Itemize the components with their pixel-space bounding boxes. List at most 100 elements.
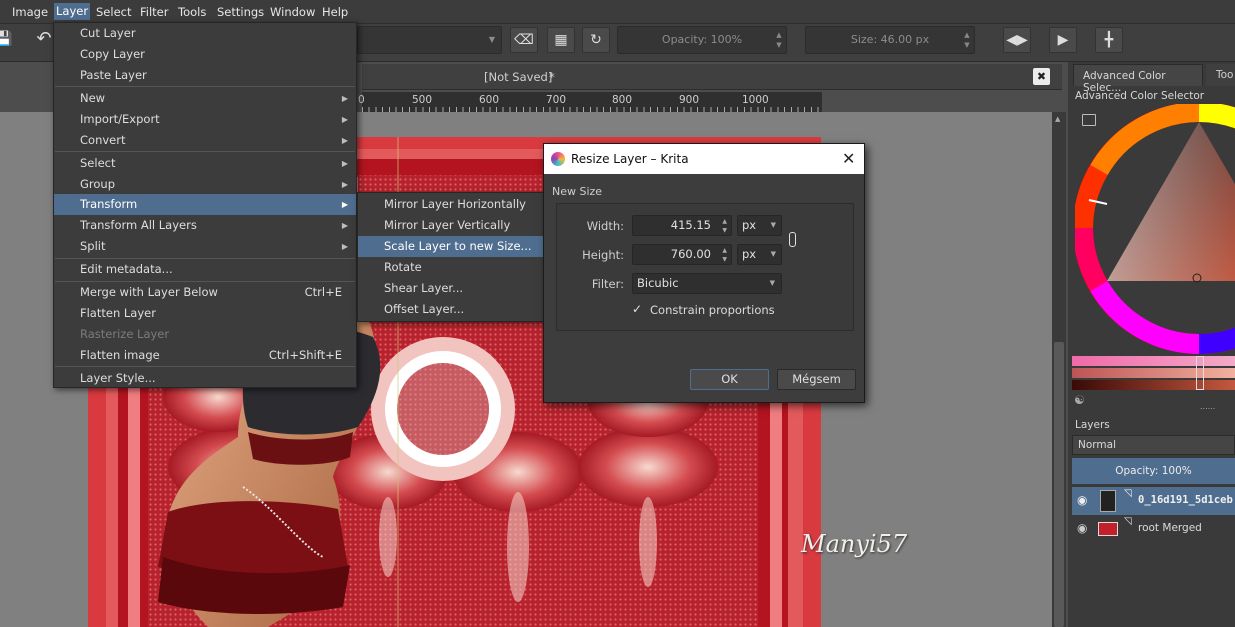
- menu-item-label: Copy Layer: [80, 47, 145, 61]
- menu-settings[interactable]: Settings: [217, 5, 264, 19]
- dock-tab-label: Too: [1216, 69, 1234, 81]
- canvas-vertical-scrollbar[interactable]: ▲: [1052, 112, 1066, 627]
- menu-select[interactable]: Select: [96, 5, 131, 19]
- color-history-icon[interactable]: ☯: [1074, 393, 1085, 407]
- menu-item-shear-layer[interactable]: Shear Layer...: [358, 278, 543, 299]
- value-slider[interactable]: [1072, 380, 1235, 390]
- color-wheel-area[interactable]: [1075, 104, 1235, 356]
- menu-item-edit-metadata[interactable]: Edit metadata...: [54, 259, 356, 280]
- chevron-down-icon: ▼: [769, 279, 775, 287]
- dialog-titlebar[interactable]: Resize Layer – Krita ✕: [544, 144, 864, 174]
- layer-row[interactable]: ◉ ◹ 0_16d191_5d1ceb: [1072, 487, 1235, 515]
- height-input[interactable]: 760.00 ▲ ▼: [632, 244, 732, 265]
- ruler-tick: 600: [479, 94, 500, 106]
- menu-item-merge-with-layer-below[interactable]: Merge with Layer Below Ctrl+E: [54, 282, 356, 303]
- size-label: Size: 46.00 px: [850, 33, 930, 46]
- menu-separator: [55, 151, 355, 152]
- menu-item-convert[interactable]: Convert ▶: [54, 130, 356, 151]
- dock-tab-color-selector[interactable]: Advanced Color Selec...: [1073, 64, 1203, 94]
- layer-type-icon: ◹: [1124, 516, 1132, 527]
- eraser-icon[interactable]: ⌫: [510, 27, 538, 53]
- menu-item-split[interactable]: Split ▶: [54, 236, 356, 257]
- menu-item-rasterize-layer: Rasterize Layer: [54, 324, 356, 345]
- visibility-eye-icon[interactable]: ◉: [1077, 493, 1087, 507]
- cancel-button[interactable]: Mégsem: [777, 369, 856, 390]
- menu-item-label: Group: [80, 177, 116, 191]
- menu-item-flatten-image[interactable]: Flatten image Ctrl+Shift+E: [54, 345, 356, 366]
- menu-item-offset-layer[interactable]: Offset Layer...: [358, 299, 543, 320]
- menu-item-mirror-vertically[interactable]: Mirror Layer Vertically: [358, 215, 543, 236]
- chevron-down-icon: ▼: [770, 250, 776, 258]
- menu-item-copy-layer[interactable]: Copy Layer: [54, 44, 356, 65]
- menu-item-transform[interactable]: Transform ▶: [54, 194, 356, 215]
- menu-help[interactable]: Help: [322, 5, 348, 19]
- menu-item-label: New: [80, 91, 106, 105]
- color-wheel[interactable]: [1075, 104, 1235, 356]
- hue-slider[interactable]: [1072, 356, 1235, 366]
- right-dock: Advanced Color Selec... Too Advanced Col…: [1068, 62, 1235, 627]
- document-title: [Not Saved]: [484, 70, 553, 84]
- save-icon[interactable]: 💾: [0, 27, 18, 53]
- size-spin-icon[interactable]: ▲ ▼: [962, 30, 972, 50]
- opacity-slider[interactable]: Opacity: 100% ▲ ▼: [617, 26, 787, 54]
- height-value: 760.00: [670, 247, 711, 261]
- spinbox-arrows-icon[interactable]: ▲ ▼: [722, 246, 727, 264]
- menu-tools[interactable]: Tools: [178, 5, 206, 19]
- width-unit-dropdown[interactable]: px ▼: [737, 215, 782, 236]
- menu-item-mirror-horizontally[interactable]: Mirror Layer Horizontally: [358, 194, 543, 215]
- menu-window[interactable]: Window: [270, 5, 315, 19]
- close-icon[interactable]: ✕: [842, 144, 855, 174]
- spinbox-arrows-icon[interactable]: ▲ ▼: [722, 217, 727, 235]
- wrap-around-icon[interactable]: ╋: [1095, 27, 1123, 53]
- blend-mode-dropdown[interactable]: Normal: [1072, 435, 1235, 455]
- ruler-tick: 700: [546, 94, 567, 106]
- height-unit-dropdown[interactable]: px ▼: [737, 244, 782, 265]
- menu-item-shortcut: Ctrl+Shift+E: [268, 348, 342, 362]
- layer-row[interactable]: ◉ ◹ root Merged: [1072, 515, 1235, 543]
- menu-item-layer-style[interactable]: Layer Style...: [54, 368, 356, 389]
- menu-bar: Image Layer Select Filter Tools Settings…: [0, 0, 1235, 24]
- size-slider[interactable]: Size: 46.00 px ▲ ▼: [805, 26, 975, 54]
- layer-type-icon: ◹: [1124, 488, 1132, 499]
- menu-item-rotate[interactable]: Rotate: [358, 257, 543, 278]
- document-tab[interactable]: [Not Saved] * ✖: [362, 64, 1062, 90]
- filter-dropdown[interactable]: Bicubic ▼: [632, 273, 782, 294]
- menu-filter[interactable]: Filter: [140, 5, 168, 19]
- saturation-slider[interactable]: [1072, 368, 1235, 378]
- menu-image[interactable]: Image: [12, 5, 48, 19]
- visibility-eye-icon[interactable]: ◉: [1077, 521, 1087, 535]
- menu-layer[interactable]: Layer: [54, 3, 91, 20]
- menu-item-cut-layer[interactable]: Cut Layer: [54, 23, 356, 44]
- close-document-icon[interactable]: ✖: [1033, 68, 1050, 85]
- menu-item-group[interactable]: Group ▶: [54, 174, 356, 195]
- width-input[interactable]: 415.15 ▲ ▼: [632, 215, 732, 236]
- menu-item-new[interactable]: New ▶: [54, 88, 356, 109]
- color-selector-title: Advanced Color Selector: [1075, 90, 1205, 102]
- menu-item-paste-layer[interactable]: Paste Layer: [54, 65, 356, 86]
- modified-marker: *: [549, 70, 555, 84]
- layer-thumbnail: [1100, 490, 1116, 512]
- mirror-horizontal-icon[interactable]: ◀▶: [1003, 27, 1031, 53]
- ok-button[interactable]: OK: [690, 369, 769, 390]
- layer-opacity-slider[interactable]: Opacity: 100%: [1072, 458, 1235, 484]
- menu-item-transform-all-layers[interactable]: Transform All Layers ▶: [54, 215, 356, 236]
- brush-preset-dropdown[interactable]: ▼: [357, 26, 502, 54]
- dock-tab-tools[interactable]: Too: [1206, 64, 1235, 86]
- menu-item-scale-layer[interactable]: Scale Layer to new Size...: [358, 236, 543, 257]
- menu-item-select[interactable]: Select ▶: [54, 153, 356, 174]
- menu-item-import-export[interactable]: Import/Export ▶: [54, 109, 356, 130]
- constrain-proportions-checkbox[interactable]: ✓: [632, 302, 642, 316]
- reload-preset-icon[interactable]: ↻: [582, 27, 610, 53]
- alpha-lock-icon[interactable]: ▦: [547, 27, 575, 53]
- scroll-up-icon[interactable]: ▲: [1055, 115, 1060, 123]
- ruler-tick: 1000: [742, 94, 769, 106]
- menu-item-label: Select: [80, 156, 116, 170]
- dock-splitter-dots[interactable]: ......: [1200, 402, 1215, 411]
- scrollbar-thumb[interactable]: [1054, 342, 1064, 627]
- aspect-ratio-lock-icon[interactable]: [789, 232, 796, 247]
- submenu-arrow-icon: ▶: [341, 180, 348, 189]
- mirror-vertical-icon[interactable]: ▶: [1049, 27, 1077, 53]
- slider-handle[interactable]: [1196, 356, 1204, 390]
- opacity-spin-icon[interactable]: ▲ ▼: [774, 30, 784, 50]
- menu-item-flatten-layer[interactable]: Flatten Layer: [54, 303, 356, 324]
